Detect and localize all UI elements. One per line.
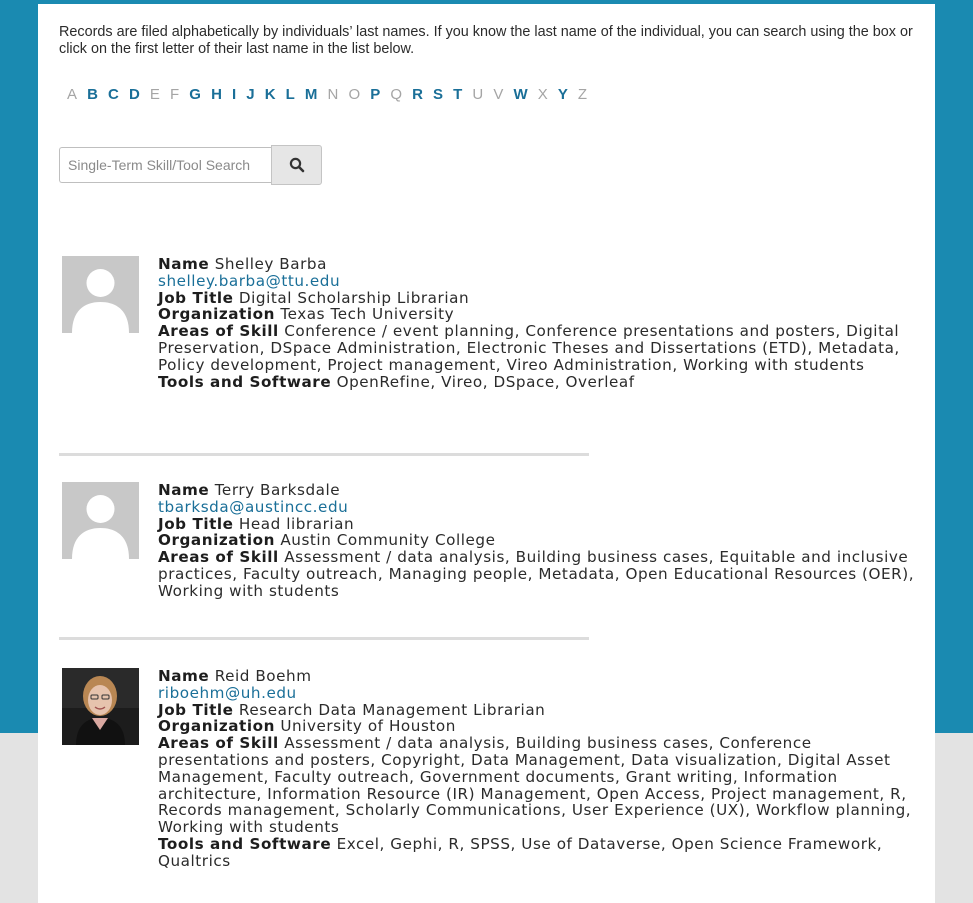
search-icon	[289, 157, 304, 173]
organization-label: Organization	[158, 717, 275, 736]
letter-h[interactable]: H	[211, 86, 222, 103]
search-button[interactable]	[271, 145, 322, 185]
tools-label: Tools and Software	[158, 372, 332, 391]
organization-line: Organization Austin Community College	[158, 532, 918, 549]
letter-y[interactable]: Y	[558, 86, 569, 103]
job-title-label: Job Title	[158, 288, 234, 307]
letter-z: Z	[577, 86, 588, 103]
portrait-photo	[62, 668, 139, 745]
letter-a: A	[67, 86, 78, 103]
tools-line: Tools and Software OpenRefine, Vireo, DS…	[158, 372, 918, 391]
name-line: Name Shelley Barba	[158, 256, 918, 273]
letter-c[interactable]: C	[108, 86, 119, 103]
letter-u: U	[472, 86, 484, 103]
letter-n: N	[327, 86, 339, 103]
letter-f: F	[170, 86, 180, 103]
areas-label: Areas of Skill	[158, 548, 279, 567]
letter-o: O	[348, 86, 361, 103]
job-title-label: Job Title	[158, 514, 234, 533]
letter-v: V	[493, 86, 504, 103]
letter-s[interactable]: S	[433, 86, 444, 103]
placeholder-avatar	[62, 256, 139, 333]
job-title-label: Job Title	[158, 700, 234, 719]
letter-r[interactable]: R	[412, 86, 423, 103]
job-title-line: Job Title Digital Scholarship Librarian	[158, 288, 918, 307]
skill-search	[59, 145, 322, 185]
name-label: Name	[158, 667, 210, 685]
record-details: Name Terry Barksdale tbarksda@austincc.e…	[158, 482, 918, 600]
letter-j[interactable]: J	[246, 86, 255, 103]
email-link[interactable]: riboehm@uh.edu	[158, 684, 297, 702]
record-details: Name Shelley Barba shelley.barba@ttu.edu…	[158, 256, 918, 390]
organization-label: Organization	[158, 531, 275, 550]
organization-value: University of Houston	[280, 717, 456, 736]
job-title-line: Job Title Head librarian	[158, 514, 918, 533]
name-label: Name	[158, 481, 210, 499]
tools-label: Tools and Software	[158, 834, 332, 853]
email-link[interactable]: tbarksda@austincc.edu	[158, 498, 348, 516]
areas-label: Areas of Skill	[158, 734, 279, 753]
letter-e: E	[149, 86, 161, 103]
email-link[interactable]: shelley.barba@ttu.edu	[158, 272, 340, 290]
organization-line: Organization Texas Tech University	[158, 306, 918, 323]
organization-line: Organization University of Houston	[158, 718, 918, 735]
job-title-value: Head librarian	[238, 514, 355, 533]
job-title-value: Research Data Management Librarian	[238, 700, 546, 719]
areas-line: Areas of Skill Assessment / data analysi…	[158, 549, 918, 599]
areas-line: Areas of Skill Assessment / data analysi…	[158, 735, 918, 836]
person-name: Shelley Barba	[214, 255, 327, 273]
person-name: Reid Boehm	[214, 667, 312, 685]
organization-value: Austin Community College	[280, 531, 496, 550]
placeholder-avatar	[62, 482, 139, 559]
letter-m[interactable]: M	[305, 86, 318, 103]
person-silhouette-icon	[62, 482, 139, 559]
job-title-line: Job Title Research Data Management Libra…	[158, 700, 918, 719]
areas-label: Areas of Skill	[158, 322, 279, 341]
job-title-value: Digital Scholarship Librarian	[238, 288, 470, 307]
letter-g[interactable]: G	[189, 86, 201, 103]
directory-panel: Records are filed alphabetically by indi…	[38, 4, 935, 903]
portrait-image	[62, 668, 139, 745]
letter-k[interactable]: K	[265, 86, 276, 103]
letter-t[interactable]: T	[453, 86, 463, 103]
name-line: Name Reid Boehm	[158, 668, 918, 685]
letter-q: Q	[390, 86, 403, 103]
letter-b[interactable]: B	[87, 86, 98, 103]
letter-p[interactable]: P	[370, 86, 381, 103]
letter-w[interactable]: W	[513, 86, 528, 103]
record-details: Name Reid Boehm riboehm@uh.edu Job Title…	[158, 668, 918, 870]
alphabet-nav: ABCDEFGHIJKLMNOPQRSTUVWXYZ	[67, 86, 597, 103]
person-name: Terry Barksdale	[214, 481, 341, 499]
letter-i[interactable]: I	[232, 86, 237, 103]
organization-label: Organization	[158, 305, 275, 324]
record-divider	[59, 453, 589, 456]
skill-search-input[interactable]	[59, 147, 271, 183]
person-silhouette-icon	[62, 256, 139, 333]
letter-l[interactable]: L	[286, 86, 296, 103]
name-line: Name Terry Barksdale	[158, 482, 918, 499]
letter-d[interactable]: D	[129, 86, 140, 103]
intro-text: Records are filed alphabetically by indi…	[59, 24, 913, 57]
organization-value: Texas Tech University	[280, 305, 455, 324]
areas-line: Areas of Skill Conference / event planni…	[158, 323, 918, 373]
record-divider	[59, 637, 589, 640]
tools-value: OpenRefine, Vireo, DSpace, Overleaf	[336, 372, 635, 391]
letter-x: X	[537, 86, 549, 103]
tools-line: Tools and Software Excel, Gephi, R, SPSS…	[158, 836, 918, 870]
name-label: Name	[158, 255, 210, 273]
